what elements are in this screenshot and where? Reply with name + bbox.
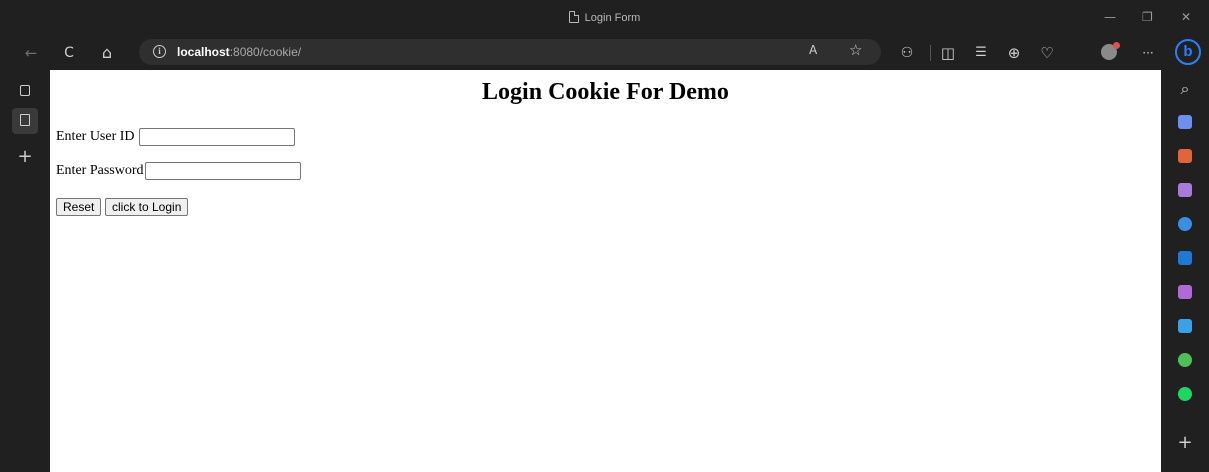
sidebar-app-send-icon[interactable]	[1178, 319, 1192, 333]
address-bar[interactable]: i localhost:8080/cookie/ A ☆	[139, 39, 881, 65]
login-button[interactable]: click to Login	[105, 198, 189, 216]
favorite-star-icon[interactable]: ☆	[849, 41, 862, 59]
more-menu-icon[interactable]: ···	[1137, 42, 1159, 64]
toolbar-separator	[930, 45, 931, 61]
refresh-button[interactable]: C	[58, 42, 80, 64]
url-host: localhost	[177, 45, 230, 59]
vertical-tab-strip: +	[0, 70, 50, 472]
title-bar: Login Form — ❐ ✕	[0, 0, 1209, 36]
page-heading: Login Cookie For Demo	[482, 79, 729, 105]
user-id-label: Enter User ID	[56, 129, 135, 144]
read-aloud-icon[interactable]: A	[809, 43, 817, 57]
collections-icon[interactable]: ⊕	[1003, 42, 1025, 64]
window-title: Login Form	[0, 11, 1209, 24]
password-input[interactable]	[145, 162, 301, 180]
extensions-icon[interactable]: ⚇	[896, 42, 918, 64]
right-sidebar: ⌕ +	[1161, 70, 1209, 472]
toolbar: ← C ⌂ i localhost:8080/cookie/ A ☆ ⚇ ◫ ☰…	[0, 36, 1209, 68]
password-label: Enter Password	[56, 163, 144, 178]
profile-avatar[interactable]	[1101, 42, 1120, 60]
page-icon	[568, 11, 579, 23]
search-icon[interactable]: ⌕	[1174, 78, 1196, 100]
sidebar-app-outlook-icon[interactable]	[1178, 251, 1192, 265]
user-id-input[interactable]	[139, 128, 295, 146]
sidebar-app-microsoft-365-icon[interactable]	[1178, 217, 1192, 231]
reset-button[interactable]: Reset	[56, 198, 102, 216]
info-icon[interactable]: i	[153, 45, 166, 58]
copilot-icon[interactable]: b	[1175, 39, 1201, 65]
window-title-text: Login Form	[584, 12, 641, 24]
browser-window: Login Form — ❐ ✕ ← C ⌂ i localhost:8080/…	[0, 0, 1209, 472]
page-viewport: Login Cookie For Demo Enter User ID Ente…	[50, 70, 1161, 472]
browser-essentials-icon[interactable]: ♡	[1036, 42, 1058, 64]
new-tab-button[interactable]: +	[12, 144, 38, 170]
close-button[interactable]: ✕	[1181, 10, 1191, 24]
sidebar-app-shopping-icon[interactable]	[1178, 115, 1192, 129]
url-text[interactable]: localhost:8080/cookie/	[177, 45, 301, 59]
back-button[interactable]: ←	[20, 42, 42, 64]
split-screen-icon[interactable]: ◫	[937, 42, 959, 64]
sidebar-app-spotify-icon[interactable]	[1178, 387, 1192, 401]
add-sidebar-app-button[interactable]: +	[1174, 432, 1196, 454]
sidebar-app-designer-icon[interactable]	[1178, 285, 1192, 299]
home-button[interactable]: ⌂	[96, 42, 118, 64]
minimize-button[interactable]: —	[1104, 10, 1116, 24]
tab-actions-icon[interactable]	[12, 78, 38, 104]
sidebar-app-tools-icon[interactable]	[1178, 149, 1192, 163]
sidebar-app-tree-icon[interactable]	[1178, 353, 1192, 367]
url-path: :8080/cookie/	[229, 45, 302, 59]
restore-button[interactable]: ❐	[1142, 10, 1153, 24]
sidebar-app-games-icon[interactable]	[1178, 183, 1192, 197]
favorites-icon[interactable]: ☰	[970, 42, 992, 64]
page-icon	[20, 114, 30, 126]
vertical-tab-login-form[interactable]	[12, 108, 38, 134]
